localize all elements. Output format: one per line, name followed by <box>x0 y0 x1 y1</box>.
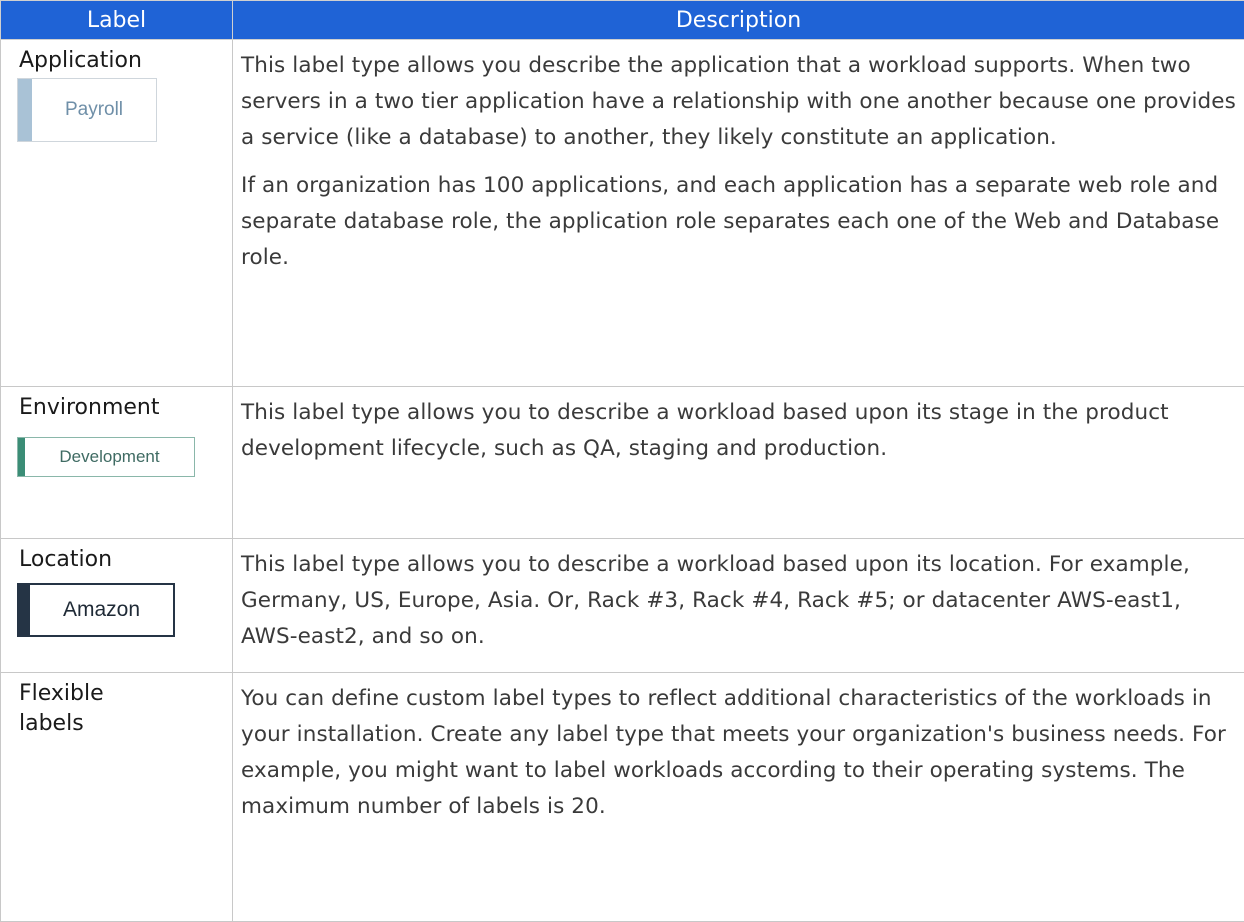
label-name: Environment <box>19 393 232 423</box>
description-cell: This label type allows you describe the … <box>233 40 1244 387</box>
label-cell: Application Payroll <box>1 40 233 387</box>
chip-color-bar <box>19 585 30 635</box>
payroll-label-chip: Payroll <box>17 78 157 142</box>
label-name: Location <box>19 545 232 575</box>
label-types-table: Label Description Application Payroll Th… <box>0 0 1244 922</box>
chip-text: Amazon <box>30 585 173 635</box>
chip-color-bar <box>18 438 25 476</box>
description-paragraph: You can define custom label types to ref… <box>241 681 1244 825</box>
chip-text: Payroll <box>32 79 156 141</box>
table-header-row: Label Description <box>1 1 1244 40</box>
amazon-label-chip: Amazon <box>17 583 175 637</box>
header-label: Label <box>1 1 233 40</box>
description-cell: You can define custom label types to ref… <box>233 673 1244 922</box>
description-paragraph: If an organization has 100 applications,… <box>241 168 1244 276</box>
chip-text: Development <box>25 438 194 476</box>
table-row-location: Location Amazon This label type allows y… <box>1 539 1244 673</box>
label-cell: Flexible labels <box>1 673 233 922</box>
table-row-environment: Environment Development This label type … <box>1 387 1244 539</box>
chip-color-bar <box>18 79 32 141</box>
development-label-chip: Development <box>17 437 195 477</box>
description-cell: This label type allows you to describe a… <box>233 387 1244 539</box>
label-name: Application <box>19 46 232 76</box>
description-paragraph: This label type allows you to describe a… <box>241 395 1244 467</box>
table-row-application: Application Payroll This label type allo… <box>1 40 1244 387</box>
table-row-flexible-labels: Flexible labels You can define custom la… <box>1 673 1244 922</box>
label-cell: Location Amazon <box>1 539 233 673</box>
description-cell: This label type allows you to describe a… <box>233 539 1244 673</box>
header-description: Description <box>233 1 1244 40</box>
label-cell: Environment Development <box>1 387 233 539</box>
description-paragraph: This label type allows you describe the … <box>241 48 1244 156</box>
label-name: Flexible labels <box>19 679 169 739</box>
description-paragraph: This label type allows you to describe a… <box>241 547 1244 655</box>
